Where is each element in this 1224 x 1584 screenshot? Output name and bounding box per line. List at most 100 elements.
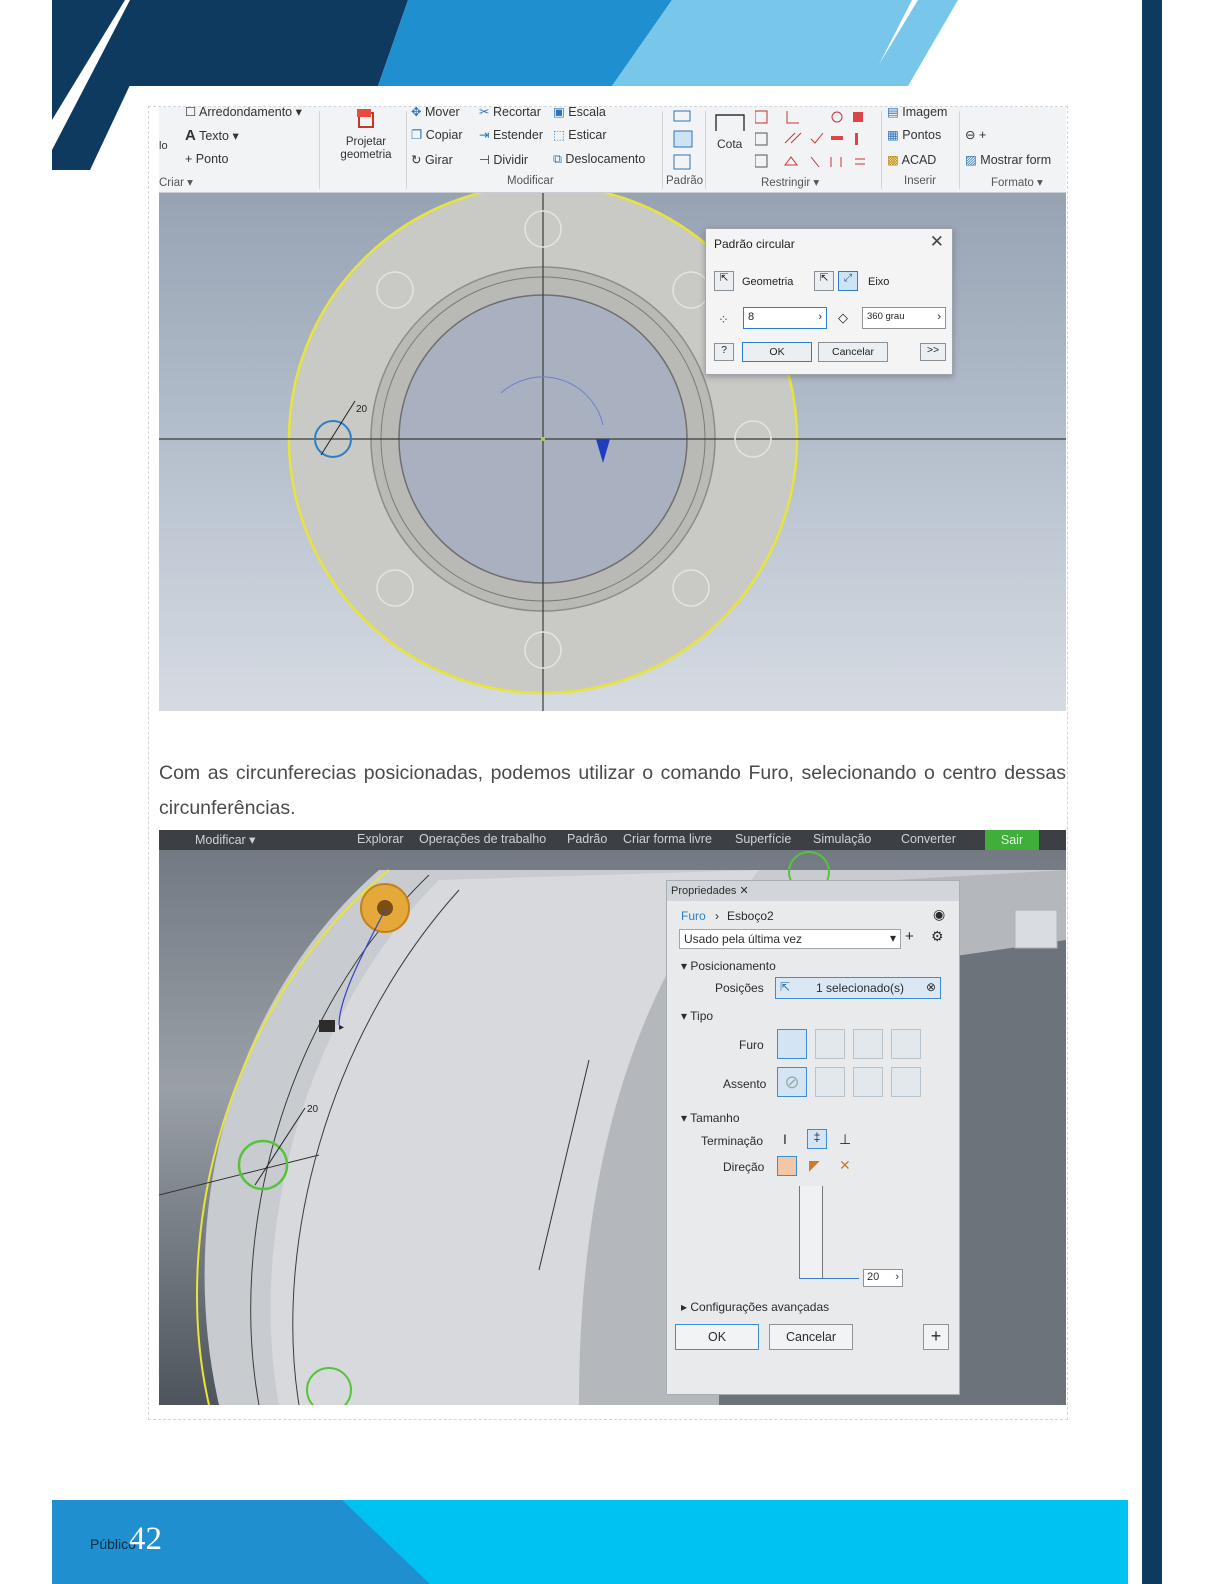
gear-icon[interactable]: ⚙ [931,928,944,945]
menu-superficie[interactable]: Superfície [735,832,791,846]
menu-modificar[interactable]: Modificar ▾ [195,832,255,847]
criar-group-label[interactable]: Criar ▾ [159,175,193,189]
plus-button[interactable]: + [923,1324,949,1350]
hole-preview-center [377,900,393,916]
panel-tab-propriedades[interactable]: Propriedades ✕ [671,884,749,897]
preset-dropdown[interactable]: Usado pela última vez ▾ [679,929,901,949]
menu-explorar[interactable]: Explorar [357,832,404,846]
section-tamanho[interactable]: ▾ Tamanho [681,1111,740,1125]
close-icon[interactable]: ✕ [930,232,944,252]
hole-type-marker [319,1020,335,1032]
eixo-select-icon[interactable]: ⤢ [838,271,858,291]
breadcrumb-separator: › [715,909,719,923]
furo-rosqueado-icon[interactable] [815,1029,845,1059]
screenshot-circular-pattern: lo ☐ Arredondamento ▾ A Texto ▾ + Ponto … [159,107,1066,711]
assento-rebaixo-icon[interactable] [815,1067,845,1097]
menu-criar-forma-livre[interactable]: Criar forma livre [623,832,712,846]
padrao-icons[interactable] [671,109,695,171]
geometria-label: Geometria [742,276,794,288]
hole-type-arrow: ▸ [339,1022,344,1033]
cota-icon [715,114,745,131]
page-number: 42 [129,1521,162,1557]
projetar-icon [357,109,374,128]
assento-label: Assento [723,1077,767,1091]
arredondamento-button[interactable]: ☐ Arredondamento ▾ [185,107,302,119]
breadcrumb-furo[interactable]: Furo [681,909,706,923]
assento-nenhum-icon[interactable]: ⊘ [777,1067,807,1097]
add-preset-icon[interactable]: + [905,928,914,945]
section-tipo[interactable]: ▾ Tipo [681,1009,713,1023]
ok-button[interactable]: OK [742,342,812,362]
center-point [541,437,545,441]
count-input[interactable]: 8 › [743,307,827,329]
escala-button[interactable]: ▣ Escala [553,107,606,119]
girar-button[interactable]: ↻ Girar [411,152,453,167]
terminacao-label: Terminação [701,1134,764,1148]
assento-escareado-icon[interactable] [853,1067,883,1097]
screenshot-hole-command: Modificar ▾ Explorar Operações de trabal… [159,830,1066,1405]
footer-band [52,1500,1128,1584]
esticar-button[interactable]: ⬚ Esticar [553,127,607,142]
assento-conico-icon[interactable] [891,1067,921,1097]
posicoes-selector[interactable]: ⇱ 1 selecionado(s) ⊗ [775,977,941,999]
furo-label: Furo [739,1038,764,1052]
direcao-padrao-icon[interactable] [777,1156,797,1176]
texto-button[interactable]: A Texto ▾ [185,127,239,144]
padrao-group-label: Padrão [666,175,704,187]
cursor-icon: ⇱ [780,980,791,994]
breadcrumb-esboco[interactable]: Esboço2 [727,909,774,923]
geometria-pick-button[interactable]: ⇱ [714,271,734,291]
menu-operacoes[interactable]: Operações de trabalho [419,832,546,846]
ponto-button[interactable]: + Ponto [185,152,228,166]
direcao-simetrica-icon[interactable]: ✕ [839,1157,851,1174]
visibility-icon[interactable]: ◉ [933,906,945,923]
help-icon[interactable]: ? [714,343,734,361]
restringir-group-label[interactable]: Restringir ▾ [761,175,819,189]
modificar-group-label: Modificar [507,175,554,187]
acad-button[interactable]: ▩ ACAD [887,152,936,167]
terminacao-distancia-icon[interactable]: I [783,1131,787,1147]
projetar-geometria-button[interactable]: Projetar geometria [331,107,401,162]
deslocamento-button[interactable]: ⧉ Deslocamento [553,152,645,167]
furo-simples-icon[interactable] [777,1029,807,1059]
cancelar-button[interactable]: Cancelar [818,342,888,362]
restringir-icons[interactable] [755,109,879,171]
section-posicionamento[interactable]: ▾ Posicionamento [681,959,776,973]
inserir-group-label: Inserir [904,175,936,187]
chevron-down-icon: ▾ [889,931,896,945]
sair-button[interactable]: Sair [985,830,1039,850]
recortar-button[interactable]: ✂ Recortar [479,107,541,119]
menu-converter[interactable]: Converter [901,832,956,846]
depth-dimension-line [799,1278,859,1279]
direcao-invertida-icon[interactable]: ◤ [809,1157,820,1174]
pontos-button[interactable]: ▦ Pontos [887,127,941,142]
formato-icons[interactable]: ⊖ + [965,127,986,142]
depth-input[interactable]: 20 › [863,1269,903,1287]
more-options-button[interactable]: >> [920,343,946,361]
menu-padrao[interactable]: Padrão [567,832,607,846]
menu-simulacao[interactable]: Simulação [813,832,871,846]
count-arrow-icon: › [818,311,822,323]
angle-input[interactable]: 360 grau › [862,307,946,329]
depth-arrow-icon: › [895,1271,899,1283]
ok-button[interactable]: OK [675,1324,759,1350]
furo-conico-icon[interactable] [853,1029,883,1059]
eixo-pick-button[interactable]: ⇱ [814,271,834,291]
cota-button[interactable]: Cota [717,137,742,151]
padrao-circular-dialog: Padrão circular ✕ ⇱ Geometria ⇱ ⤢ Eixo ⁘… [705,228,953,375]
mover-button[interactable]: ✥ Mover [411,107,460,119]
section-configuracoes-avancadas[interactable]: ▸ Configurações avançadas [681,1300,829,1314]
furo-afunilado-icon[interactable] [891,1029,921,1059]
clear-selection-icon: ⊗ [925,980,936,994]
imagem-button[interactable]: ▤ Imagem [887,107,947,119]
terminacao-ate-icon[interactable]: ⊥ [839,1131,851,1148]
estender-button[interactable]: ⇥ Estender [479,127,543,142]
dividir-button[interactable]: ⊣ Dividir [479,152,528,167]
cancelar-button[interactable]: Cancelar [769,1324,853,1350]
mostrar-formato-button[interactable]: ▨ Mostrar form [965,152,1051,167]
menu-bar: Modificar ▾ Explorar Operações de trabal… [159,830,1066,850]
terminacao-passante-icon[interactable]: ‡ [807,1129,827,1149]
eixo-label: Eixo [868,276,890,288]
copiar-button[interactable]: ❐ Copiar [411,127,463,142]
formato-group-label[interactable]: Formato ▾ [991,175,1043,189]
